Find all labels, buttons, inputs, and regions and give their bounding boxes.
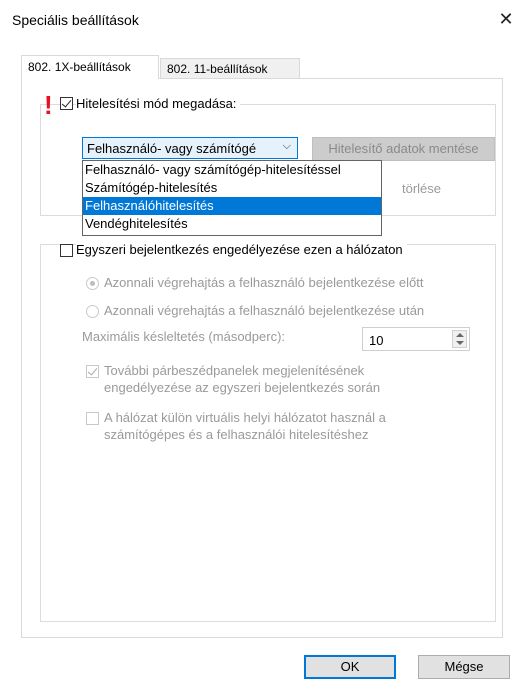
chevron-down-icon: ⌵ bbox=[282, 140, 291, 152]
max-delay-value[interactable]: 10 bbox=[369, 333, 383, 348]
auth-mode-combo[interactable]: Felhasználó- vagy számítógé ⌵ bbox=[82, 137, 298, 159]
auth-mode-combo-value: Felhasználó- vagy számítógé bbox=[87, 141, 257, 156]
delete-credentials-text[interactable]: törlése bbox=[402, 181, 441, 196]
ok-button[interactable]: OK bbox=[304, 655, 396, 679]
additional-dialogs-checkbox[interactable] bbox=[86, 365, 99, 378]
cancel-button[interactable]: Mégse bbox=[418, 655, 510, 679]
auth-mode-checkbox[interactable] bbox=[60, 97, 73, 110]
radio-before-logon-label[interactable]: Azonnali végrehajtás a felhasználó bejel… bbox=[104, 275, 423, 290]
max-delay-spinner[interactable]: 10 bbox=[362, 327, 470, 351]
radio-after-logon-label[interactable]: Azonnali végrehajtás a felhasználó bejel… bbox=[104, 303, 424, 318]
tab-8021x-settings[interactable]: 802. 1X-beállítások bbox=[21, 55, 159, 79]
additional-dialogs-label[interactable]: További párbeszédpanelek megjelenítéséne… bbox=[104, 363, 364, 378]
sso-checkbox[interactable] bbox=[60, 244, 73, 257]
warning-icon: ! bbox=[44, 90, 53, 120]
separate-vlan-checkbox[interactable] bbox=[86, 412, 99, 425]
separate-vlan-label[interactable]: A hálózat külön virtuális helyi hálózato… bbox=[104, 410, 386, 425]
separate-vlan-label-line2[interactable]: számítógépes és a felhasználói hitelesít… bbox=[104, 427, 369, 442]
spin-down-icon[interactable] bbox=[456, 341, 464, 345]
dropdown-option-user-or-computer[interactable]: Felhasználó- vagy számítógép-hitelesítés… bbox=[83, 161, 381, 179]
close-icon[interactable]: ✕ bbox=[494, 6, 518, 32]
spinner-buttons[interactable] bbox=[452, 330, 467, 348]
spin-up-icon[interactable] bbox=[456, 333, 464, 337]
dropdown-option-guest[interactable]: Vendéghitelesítés bbox=[83, 215, 381, 233]
auth-mode-dropdown-list[interactable]: Felhasználó- vagy számítógép-hitelesítés… bbox=[82, 160, 382, 236]
additional-dialogs-label-line2[interactable]: engedélyezése az egyszeri bejelentkezés … bbox=[104, 380, 380, 395]
dropdown-option-computer[interactable]: Számítógép-hitelesítés bbox=[83, 179, 381, 197]
sso-label[interactable]: Egyszeri bejelentkezés engedélyezése eze… bbox=[76, 242, 407, 257]
window-title: Speciális beállítások bbox=[12, 12, 139, 28]
auth-mode-label[interactable]: Hitelesítési mód megadása: bbox=[76, 96, 241, 111]
tab-80211-settings[interactable]: 802. 11-beállítások bbox=[160, 58, 300, 78]
radio-before-logon[interactable] bbox=[86, 277, 99, 290]
max-delay-label: Maximális késleltetés (másodperc): bbox=[82, 329, 286, 344]
save-credentials-button[interactable]: Hitelesítő adatok mentése bbox=[312, 137, 495, 161]
dropdown-option-user[interactable]: Felhasználóhitelesítés bbox=[83, 197, 381, 215]
radio-after-logon[interactable] bbox=[86, 305, 99, 318]
